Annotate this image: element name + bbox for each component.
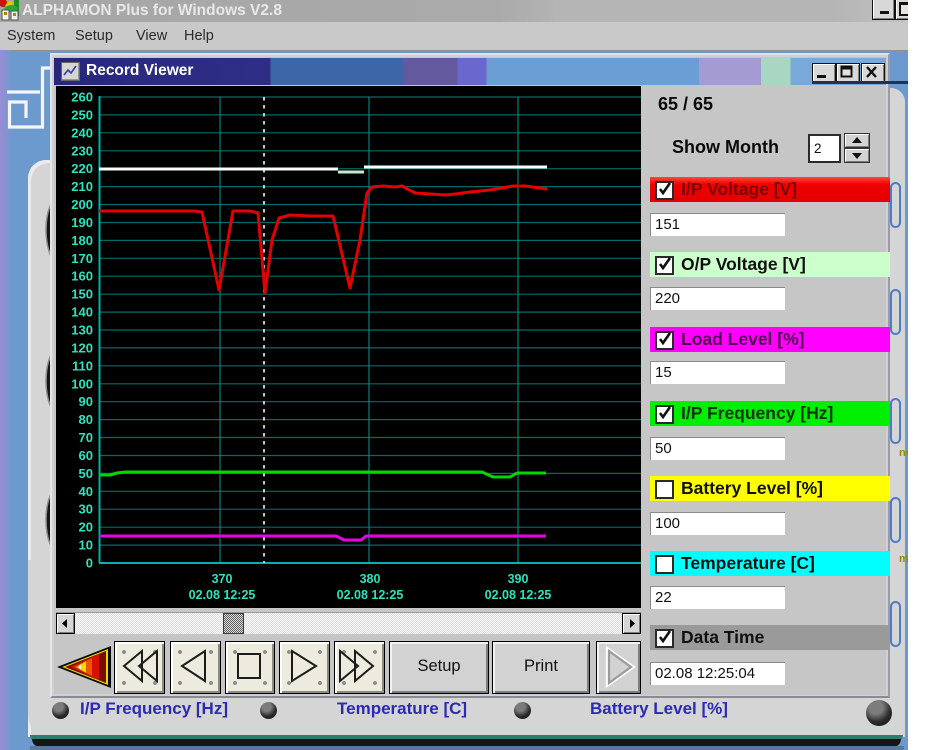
svg-text:240: 240 bbox=[71, 125, 93, 140]
svg-text:02.08 12:25: 02.08 12:25 bbox=[485, 588, 552, 602]
svg-text:0: 0 bbox=[86, 556, 93, 571]
svg-text:390: 390 bbox=[508, 572, 529, 586]
svg-text:180: 180 bbox=[71, 233, 93, 248]
svg-text:160: 160 bbox=[71, 269, 93, 284]
svg-text:220: 220 bbox=[71, 161, 93, 176]
svg-text:210: 210 bbox=[71, 179, 93, 194]
svg-text:260: 260 bbox=[71, 90, 93, 105]
svg-text:60: 60 bbox=[79, 448, 93, 463]
svg-text:230: 230 bbox=[71, 143, 93, 158]
svg-text:150: 150 bbox=[71, 287, 93, 302]
svg-text:40: 40 bbox=[79, 484, 93, 499]
svg-text:250: 250 bbox=[71, 107, 93, 122]
svg-text:380: 380 bbox=[360, 572, 381, 586]
svg-text:80: 80 bbox=[79, 412, 93, 427]
svg-text:30: 30 bbox=[79, 502, 93, 517]
svg-text:170: 170 bbox=[71, 251, 93, 266]
svg-text:370: 370 bbox=[212, 572, 233, 586]
svg-text:200: 200 bbox=[71, 197, 93, 212]
svg-text:190: 190 bbox=[71, 215, 93, 230]
svg-text:110: 110 bbox=[72, 358, 93, 373]
svg-text:90: 90 bbox=[79, 394, 93, 409]
svg-text:100: 100 bbox=[71, 376, 93, 391]
svg-text:50: 50 bbox=[79, 466, 93, 481]
svg-text:10: 10 bbox=[79, 538, 93, 553]
svg-text:20: 20 bbox=[79, 520, 93, 535]
svg-text:120: 120 bbox=[71, 340, 93, 355]
svg-text:140: 140 bbox=[71, 305, 93, 320]
svg-text:70: 70 bbox=[79, 430, 93, 445]
svg-text:02.08 12:25: 02.08 12:25 bbox=[337, 588, 404, 602]
svg-text:02.08 12:25: 02.08 12:25 bbox=[189, 588, 256, 602]
svg-text:130: 130 bbox=[71, 323, 93, 338]
